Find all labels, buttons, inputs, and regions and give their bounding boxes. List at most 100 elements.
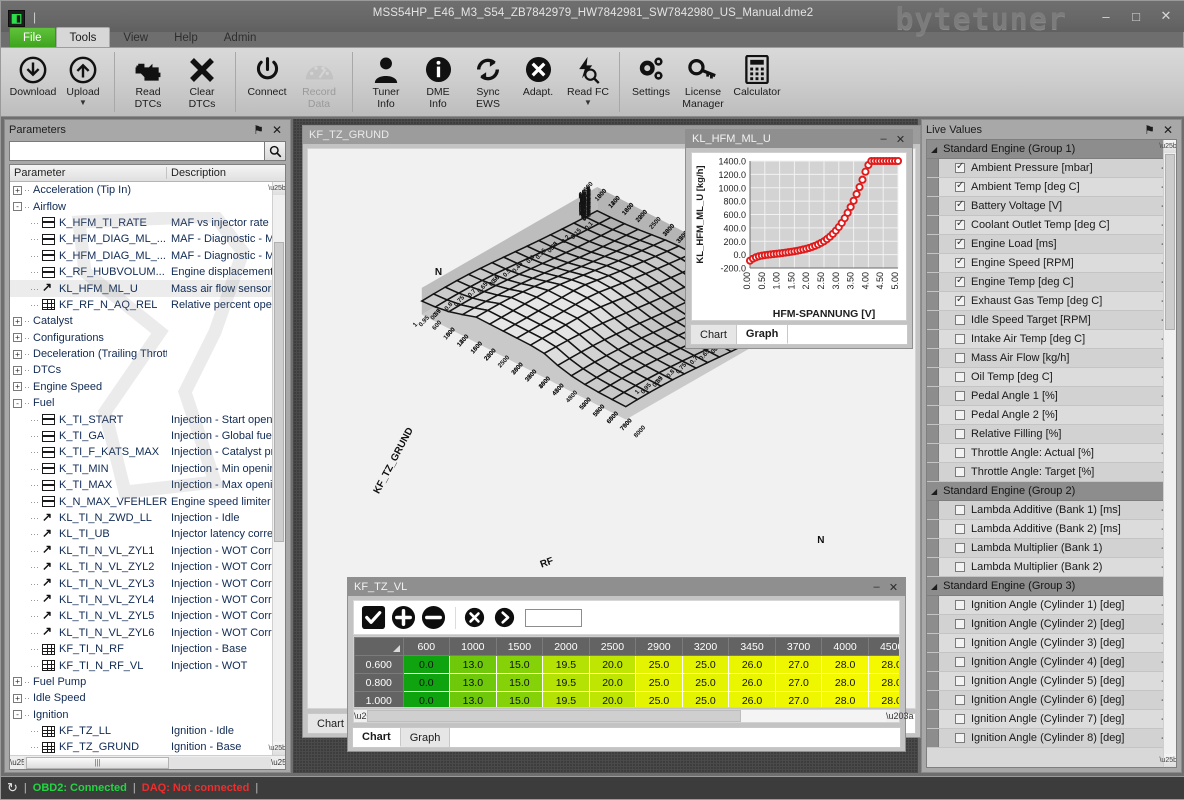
collapse-minus-icon[interactable]: - xyxy=(13,202,22,211)
tree-body[interactable]: +··Acceleration (Tip In)-··Airflow···K_H… xyxy=(10,182,285,755)
table-cell[interactable]: 26.0 xyxy=(729,692,776,709)
live-value-checkbox[interactable] xyxy=(955,543,965,553)
collapse-triangle-icon[interactable]: ◢ xyxy=(931,582,937,591)
increment-plus-button[interactable] xyxy=(390,605,416,631)
live-scroll-up-icon[interactable]: \u25b2 xyxy=(1164,140,1176,153)
table-cell[interactable]: 26.0 xyxy=(729,674,776,692)
close-icon-live[interactable]: ✕ xyxy=(1159,123,1177,137)
live-values-row[interactable]: Pedal Angle 2 [%]- xyxy=(927,406,1176,425)
live-value-checkbox[interactable] xyxy=(955,410,965,420)
table-cell[interactable]: 27.0 xyxy=(775,656,822,674)
live-value-checkbox[interactable] xyxy=(955,562,965,572)
live-values-row[interactable]: Engine Load [ms]- xyxy=(927,235,1176,254)
live-value-checkbox[interactable] xyxy=(955,391,965,401)
live-value-checkbox[interactable] xyxy=(955,182,965,192)
live-value-checkbox[interactable] xyxy=(955,657,965,667)
live-value-checkbox[interactable] xyxy=(955,258,965,268)
table-cell[interactable]: 25.0 xyxy=(636,656,683,674)
live-values-row[interactable]: Pedal Angle 1 [%]- xyxy=(927,387,1176,406)
live-values-row[interactable]: Ignition Angle (Cylinder 2) [deg]- xyxy=(927,615,1176,634)
search-input[interactable] xyxy=(9,141,265,161)
live-value-checkbox[interactable] xyxy=(955,505,965,515)
ribbon-button-read-dtcs[interactable]: Read DTCs xyxy=(121,48,175,116)
tree-row[interactable]: ···KL_TI_N_VL_ZYL5Injection - WOT Correc… xyxy=(10,608,285,624)
table-column-header[interactable]: 1500 xyxy=(496,638,543,656)
table-column-header[interactable]: 3200 xyxy=(682,638,729,656)
table-scroll-right-icon[interactable]: \u203a xyxy=(886,711,899,721)
search-icon[interactable] xyxy=(265,141,286,161)
ribbon-button-license-manager[interactable]: License Manager xyxy=(676,48,730,116)
tree-horizontal-scrollbar[interactable]: \u25c0 ||| \u25b6 xyxy=(10,755,285,769)
value-input[interactable] xyxy=(525,609,582,627)
table-cell[interactable]: 19.5 xyxy=(543,692,590,709)
tree-row[interactable]: -··Ignition xyxy=(10,707,285,723)
table-horizontal-scrollbar-vl[interactable]: \u2039 \u203a xyxy=(353,709,900,723)
table-cell[interactable]: 15.0 xyxy=(496,692,543,709)
ribbon-button-dme-info[interactable]: DME Info xyxy=(413,48,463,116)
table-cell[interactable]: 19.5 xyxy=(543,656,590,674)
live-value-checkbox[interactable] xyxy=(955,638,965,648)
live-values-row[interactable]: Lambda Multiplier (Bank 2)- xyxy=(927,558,1176,577)
window-close-hfm[interactable]: ✕ xyxy=(892,133,909,146)
live-value-checkbox[interactable] xyxy=(955,619,965,629)
table-cell[interactable]: 19.5 xyxy=(543,674,590,692)
expand-plus-icon[interactable]: + xyxy=(13,317,22,326)
live-values-row[interactable]: Ignition Angle (Cylinder 7) [deg]- xyxy=(927,710,1176,729)
tabstrip-hfm[interactable]: Chart Graph xyxy=(690,324,908,345)
expand-plus-icon[interactable]: + xyxy=(13,677,22,686)
tree-row[interactable]: ···KF_TZ_GRUNDIgnition - Base xyxy=(10,739,285,755)
ribbon-button-tuner-info[interactable]: Tuner Info xyxy=(359,48,413,116)
table-cell[interactable]: 13.0 xyxy=(450,656,497,674)
tabstrip-vl[interactable]: Chart Graph xyxy=(352,727,901,748)
live-values-row[interactable]: Ambient Pressure [mbar]- xyxy=(927,159,1176,178)
window-close-vl[interactable]: ✕ xyxy=(885,581,902,594)
live-value-checkbox[interactable] xyxy=(955,372,965,382)
table-cell[interactable]: 13.0 xyxy=(450,692,497,709)
parameters-tree[interactable]: Parameter Description +··Acceleration (T… xyxy=(9,164,286,770)
table-cell[interactable]: 20.0 xyxy=(589,674,636,692)
hscroll-track[interactable]: ||| xyxy=(24,757,271,769)
scroll-down-icon[interactable]: \u25bc xyxy=(273,742,285,755)
table-cell[interactable]: 28.0 xyxy=(822,674,869,692)
live-values-row[interactable]: Throttle Angle: Target [%]- xyxy=(927,463,1176,482)
table-column-header[interactable]: 600 xyxy=(403,638,450,656)
expand-plus-icon[interactable]: + xyxy=(13,350,22,359)
pin-icon-live[interactable]: ⚑ xyxy=(1140,123,1159,137)
table-row-header[interactable]: 1.000 xyxy=(355,692,404,709)
live-value-checkbox[interactable] xyxy=(955,296,965,306)
table-cell[interactable]: 20.0 xyxy=(589,656,636,674)
collapse-triangle-icon[interactable]: ◢ xyxy=(931,487,937,496)
close-icon[interactable]: ✕ xyxy=(268,123,286,137)
table-cell[interactable]: 25.0 xyxy=(636,674,683,692)
ribbon-button-read-fc[interactable]: Read FC▼ xyxy=(563,48,613,116)
table-cell[interactable]: 20.0 xyxy=(589,692,636,709)
tree-row[interactable]: ···KL_TI_N_ZWD_LLInjection - Idle xyxy=(10,510,285,526)
tree-row[interactable]: +··Acceleration (Tip In) xyxy=(10,182,285,198)
table-grid-vl[interactable]: 6001000150020002500290032003450370040004… xyxy=(353,636,900,708)
live-value-checkbox[interactable] xyxy=(955,467,965,477)
table-cell[interactable]: 27.0 xyxy=(775,692,822,709)
table-column-header[interactable]: 1000 xyxy=(450,638,497,656)
map-table[interactable]: 6001000150020002500290032003450370040004… xyxy=(354,637,900,708)
table-cell[interactable]: 28.0 xyxy=(868,692,900,709)
tree-row[interactable]: ···KL_TI_N_VL_ZYL6Injection - WOT Correc… xyxy=(10,625,285,641)
collapse-minus-icon[interactable]: - xyxy=(13,399,22,408)
ribbon-button-calculator[interactable]: Calculator xyxy=(730,48,784,116)
table-cell[interactable]: 28.0 xyxy=(868,674,900,692)
table-cell[interactable]: 15.0 xyxy=(496,656,543,674)
table-cell[interactable]: 25.0 xyxy=(682,692,729,709)
apply-check-button[interactable] xyxy=(360,605,386,631)
tree-row[interactable]: +··DTCs xyxy=(10,362,285,378)
live-value-checkbox[interactable] xyxy=(955,448,965,458)
tree-row[interactable]: ···K_TI_GAInjection - Global fuel fact xyxy=(10,428,285,444)
table-cell[interactable]: 27.0 xyxy=(775,674,822,692)
ribbon-button-connect[interactable]: Connect xyxy=(242,48,292,116)
live-values-row[interactable]: Ignition Angle (Cylinder 3) [deg]- xyxy=(927,634,1176,653)
decrement-minus-button[interactable] xyxy=(420,605,446,631)
tree-row[interactable]: -··Fuel xyxy=(10,395,285,411)
live-values-row[interactable]: Lambda Multiplier (Bank 1)- xyxy=(927,539,1176,558)
expand-plus-icon[interactable]: + xyxy=(13,186,22,195)
tree-row[interactable]: ···K_HFM_DIAG_ML_...MAF - Diagnostic - M… xyxy=(10,248,285,264)
tree-row[interactable]: ···KF_TI_N_RFInjection - Base xyxy=(10,641,285,657)
ribbon-button-sync-ews[interactable]: Sync EWS xyxy=(463,48,513,116)
